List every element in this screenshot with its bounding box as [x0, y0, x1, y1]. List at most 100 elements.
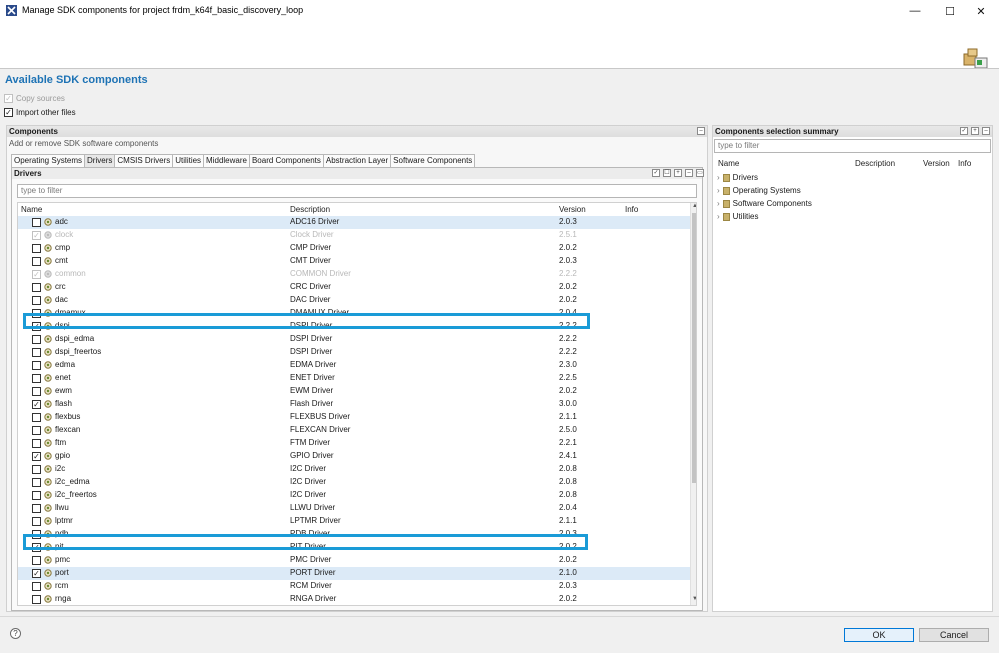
expand-arrow-icon[interactable]: › — [717, 186, 720, 195]
row-checkbox[interactable]: ✓ — [32, 270, 41, 279]
row-checkbox[interactable] — [32, 439, 41, 448]
summary-column-info[interactable]: Info — [958, 159, 971, 168]
table-row[interactable]: llwu LLWU Driver 2.0.4 — [18, 502, 690, 515]
row-checkbox[interactable] — [32, 374, 41, 383]
minimize-panel-icon[interactable]: – — [697, 127, 705, 135]
row-checkbox[interactable]: ✓ — [32, 569, 41, 578]
summary-item-utilities[interactable]: › Utilities — [717, 212, 758, 221]
summary-column-description[interactable]: Description — [855, 159, 895, 168]
summary-collapse-icon[interactable]: – — [982, 127, 990, 135]
summary-item-software-components[interactable]: › Software Components — [717, 199, 812, 208]
copy-sources-checkbox[interactable]: ✓ — [4, 94, 13, 103]
table-row[interactable]: i2c_freertos I2C Driver 2.0.8 — [18, 489, 690, 502]
row-checkbox[interactable]: ✓ — [32, 400, 41, 409]
tab-board-components[interactable]: Board Components — [248, 154, 324, 167]
scroll-up-arrow-icon[interactable]: ▲ — [691, 203, 696, 212]
table-row[interactable]: flexcan FLEXCAN Driver 2.5.0 — [18, 424, 690, 437]
table-row[interactable]: dac DAC Driver 2.0.2 — [18, 294, 690, 307]
expand-arrow-icon[interactable]: › — [717, 173, 720, 182]
table-row[interactable]: edma EDMA Driver 2.3.0 — [18, 359, 690, 372]
minimize-section-icon[interactable]: ▭ — [696, 169, 704, 177]
row-checkbox[interactable] — [32, 283, 41, 292]
tab-drivers[interactable]: Drivers — [84, 154, 116, 167]
table-row[interactable]: pmc PMC Driver 2.0.2 — [18, 554, 690, 567]
row-checkbox[interactable] — [32, 296, 41, 305]
row-checkbox[interactable] — [32, 218, 41, 227]
import-other-files-checkbox[interactable]: ✓ — [4, 108, 13, 117]
table-row[interactable]: rnga RNGA Driver 2.0.2 — [18, 593, 690, 605]
table-row[interactable]: rcm RCM Driver 2.0.3 — [18, 580, 690, 593]
scrollbar-thumb[interactable] — [692, 213, 696, 483]
row-checkbox[interactable]: ✓ — [32, 452, 41, 461]
table-row[interactable]: flexbus FLEXBUS Driver 2.1.1 — [18, 411, 690, 424]
column-header-info[interactable]: Info — [625, 205, 638, 214]
tab-utilities[interactable]: Utilities — [172, 154, 205, 167]
table-row[interactable]: dspi_edma DSPI Driver 2.2.2 — [18, 333, 690, 346]
minimize-button[interactable]: — — [900, 0, 930, 22]
help-icon[interactable]: ? — [10, 628, 21, 639]
row-checkbox[interactable] — [32, 387, 41, 396]
summary-item-drivers[interactable]: › Drivers — [717, 173, 758, 182]
table-row[interactable]: i2c I2C Driver 2.0.8 — [18, 463, 690, 476]
drivers-filter-input[interactable]: type to filter — [17, 184, 697, 198]
maximize-button[interactable]: ☐ — [935, 0, 965, 22]
table-row[interactable]: adc ADC16 Driver 2.0.3 — [18, 216, 690, 229]
summary-column-version[interactable]: Version — [923, 159, 950, 168]
row-checkbox[interactable] — [32, 595, 41, 604]
row-checkbox[interactable] — [32, 504, 41, 513]
copy-sources-option[interactable]: ✓ Copy sources — [4, 94, 65, 103]
table-row[interactable]: lptmr LPTMR Driver 2.1.1 — [18, 515, 690, 528]
column-header-version[interactable]: Version — [559, 205, 586, 214]
row-checkbox[interactable] — [32, 257, 41, 266]
table-row[interactable]: i2c_edma I2C Driver 2.0.8 — [18, 476, 690, 489]
summary-column-name[interactable]: Name — [718, 159, 739, 168]
table-row[interactable]: enet ENET Driver 2.2.5 — [18, 372, 690, 385]
row-checkbox[interactable] — [32, 244, 41, 253]
summary-item-operating-systems[interactable]: › Operating Systems — [717, 186, 801, 195]
row-checkbox[interactable] — [32, 517, 41, 526]
row-checkbox[interactable]: ✓ — [32, 231, 41, 240]
expand-arrow-icon[interactable]: › — [717, 212, 720, 221]
row-checkbox[interactable] — [32, 556, 41, 565]
tab-abstraction-layer[interactable]: Abstraction Layer — [322, 154, 392, 167]
row-checkbox[interactable] — [32, 361, 41, 370]
row-checkbox[interactable] — [32, 335, 41, 344]
table-row[interactable]: crc CRC Driver 2.0.2 — [18, 281, 690, 294]
cancel-button[interactable]: Cancel — [919, 628, 989, 642]
summary-filter-input[interactable]: type to filter — [714, 139, 991, 153]
select-all-icon[interactable]: ✓ — [652, 169, 660, 177]
row-checkbox[interactable] — [32, 491, 41, 500]
table-row[interactable]: ✓ common COMMON Driver 2.2.2 — [18, 268, 690, 281]
table-row[interactable]: ✓ port PORT Driver 2.1.0 — [18, 567, 690, 580]
ok-button[interactable]: OK — [844, 628, 914, 642]
table-row[interactable]: dspi_freertos DSPI Driver 2.2.2 — [18, 346, 690, 359]
import-other-files-option[interactable]: ✓ Import other files — [4, 108, 76, 117]
table-row[interactable]: ✓ clock Clock Driver 2.5.1 — [18, 229, 690, 242]
table-row[interactable]: ✓ gpio GPIO Driver 2.4.1 — [18, 450, 690, 463]
table-row[interactable]: ewm EWM Driver 2.0.2 — [18, 385, 690, 398]
scroll-down-arrow-icon[interactable]: ▼ — [691, 596, 696, 605]
close-button[interactable]: ✕ — [966, 0, 996, 22]
row-checkbox[interactable] — [32, 413, 41, 422]
deselect-all-icon[interactable]: ☐ — [663, 169, 671, 177]
collapse-all-icon[interactable]: – — [685, 169, 693, 177]
row-checkbox[interactable] — [32, 426, 41, 435]
row-checkbox[interactable] — [32, 465, 41, 474]
tab-software-components[interactable]: Software Components — [390, 154, 476, 167]
summary-expand-icon[interactable]: + — [971, 127, 979, 135]
column-header-name[interactable]: Name — [21, 205, 42, 214]
tab-operating-systems[interactable]: Operating Systems — [11, 154, 86, 167]
row-checkbox[interactable] — [32, 348, 41, 357]
column-header-description[interactable]: Description — [290, 205, 330, 214]
table-scrollbar[interactable]: ▲ ▼ — [690, 203, 696, 605]
expand-arrow-icon[interactable]: › — [717, 199, 720, 208]
table-row[interactable]: ftm FTM Driver 2.2.1 — [18, 437, 690, 450]
summary-check-icon[interactable]: ✓ — [960, 127, 968, 135]
row-checkbox[interactable] — [32, 478, 41, 487]
table-row[interactable]: ✓ flash Flash Driver 3.0.0 — [18, 398, 690, 411]
expand-all-icon[interactable]: + — [674, 169, 682, 177]
tab-cmsis-drivers[interactable]: CMSIS Drivers — [114, 154, 174, 167]
table-row[interactable]: cmt CMT Driver 2.0.3 — [18, 255, 690, 268]
tab-middleware[interactable]: Middleware — [203, 154, 250, 167]
row-checkbox[interactable] — [32, 582, 41, 591]
